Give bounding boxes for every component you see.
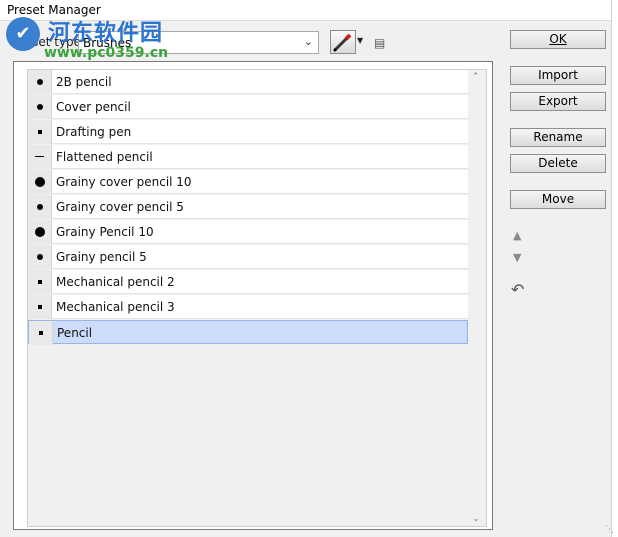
- resize-grip-icon[interactable]: ⋱: [605, 525, 614, 535]
- brush-tip-mark: [37, 254, 43, 260]
- brush-row[interactable]: Grainy cover pencil 10: [28, 170, 468, 194]
- brush-name: Mechanical pencil 3: [56, 300, 175, 314]
- brush-tip-mark: [35, 227, 45, 237]
- brush-row[interactable]: Flattened pencil: [28, 145, 468, 169]
- brush-tip-mark: [38, 280, 42, 284]
- scroll-down-icon[interactable]: ⌄: [472, 514, 480, 524]
- brush-thumbnail: [28, 270, 52, 294]
- export-button[interactable]: Export: [510, 92, 606, 111]
- brush-row[interactable]: Grainy cover pencil 5: [28, 195, 468, 219]
- brush-name: Grainy cover pencil 10: [56, 175, 192, 189]
- move-down-icon[interactable]: ▼: [513, 251, 521, 264]
- preset-type-label: Preset type:: [13, 35, 86, 49]
- brush-row[interactable]: Mechanical pencil 2: [28, 270, 468, 294]
- brush-row[interactable]: Cover pencil: [28, 95, 468, 119]
- window-title: Preset Manager: [7, 3, 101, 17]
- brush-tip-mark: [38, 305, 42, 309]
- brush-thumbnail: [28, 120, 52, 144]
- vertical-scrollbar[interactable]: ⌃ ⌄: [468, 70, 486, 526]
- brush-name: 2B pencil: [56, 75, 112, 89]
- brush-thumbnail: [28, 195, 52, 219]
- preset-list-frame: 2B pencil Cover pencil Drafting pen Flatten…: [13, 61, 493, 530]
- brush-thumbnail: [28, 145, 52, 169]
- brush-name: Mechanical pencil 2: [56, 275, 175, 289]
- preset-type-select[interactable]: Brushes ⌄: [78, 31, 319, 54]
- rename-button[interactable]: Rename: [510, 128, 606, 147]
- brush-thumbnail: [28, 70, 52, 94]
- brush-preview-button[interactable]: [330, 30, 356, 54]
- brush-thumbnail: [28, 295, 52, 319]
- brush-name: Drafting pen: [56, 125, 132, 139]
- brush-row[interactable]: Mechanical pencil 3: [28, 295, 468, 319]
- brush-row[interactable]: Drafting pen: [28, 120, 468, 144]
- brush-row[interactable]: Grainy Pencil 10: [28, 220, 468, 244]
- title-bar: Preset Manager: [0, 0, 618, 21]
- brush-name: Flattened pencil: [56, 150, 153, 164]
- preset-type-value: Brushes: [83, 36, 132, 50]
- brush-name: Grainy Pencil 10: [56, 225, 154, 239]
- panel-options-icon[interactable]: ▤: [374, 36, 385, 50]
- import-button[interactable]: Import: [510, 66, 606, 85]
- undo-icon[interactable]: ↶: [511, 280, 524, 299]
- brush-thumbnail: [28, 245, 52, 269]
- delete-button[interactable]: Delete: [510, 154, 606, 173]
- move-button[interactable]: Move: [510, 190, 606, 209]
- preset-list: 2B pencil Cover pencil Drafting pen Flatten…: [27, 69, 487, 527]
- scroll-up-icon[interactable]: ⌃: [472, 72, 480, 82]
- brush-tip-mark: [35, 177, 45, 187]
- brush-name: Pencil: [57, 326, 93, 340]
- triangle-down-icon[interactable]: ▼: [357, 36, 363, 45]
- window-edge: [611, 0, 618, 537]
- move-up-icon[interactable]: ▲: [513, 229, 521, 242]
- brush-tip-mark: [37, 104, 43, 110]
- brush-tip-mark: [37, 204, 43, 210]
- brush-tip-mark: [37, 79, 43, 85]
- brush-tip-mark: [35, 156, 44, 157]
- brush-thumbnail: [28, 220, 52, 244]
- brush-tip-mark: [38, 130, 42, 134]
- brush-thumbnail: [28, 95, 52, 119]
- brush-name: Grainy cover pencil 5: [56, 200, 184, 214]
- brush-name: Cover pencil: [56, 100, 131, 114]
- brush-thumbnail: [29, 321, 53, 345]
- brush-row[interactable]: Pencil: [28, 320, 468, 345]
- chevron-down-icon: ⌄: [303, 35, 313, 48]
- pencil-brush-icon: [333, 33, 352, 52]
- brush-name: Grainy pencil 5: [56, 250, 147, 264]
- brush-tip-mark: [39, 331, 43, 335]
- ok-button[interactable]: OK: [510, 30, 606, 49]
- brush-row[interactable]: 2B pencil: [28, 70, 468, 94]
- brush-row[interactable]: Grainy pencil 5: [28, 245, 468, 269]
- brush-thumbnail: [28, 170, 52, 194]
